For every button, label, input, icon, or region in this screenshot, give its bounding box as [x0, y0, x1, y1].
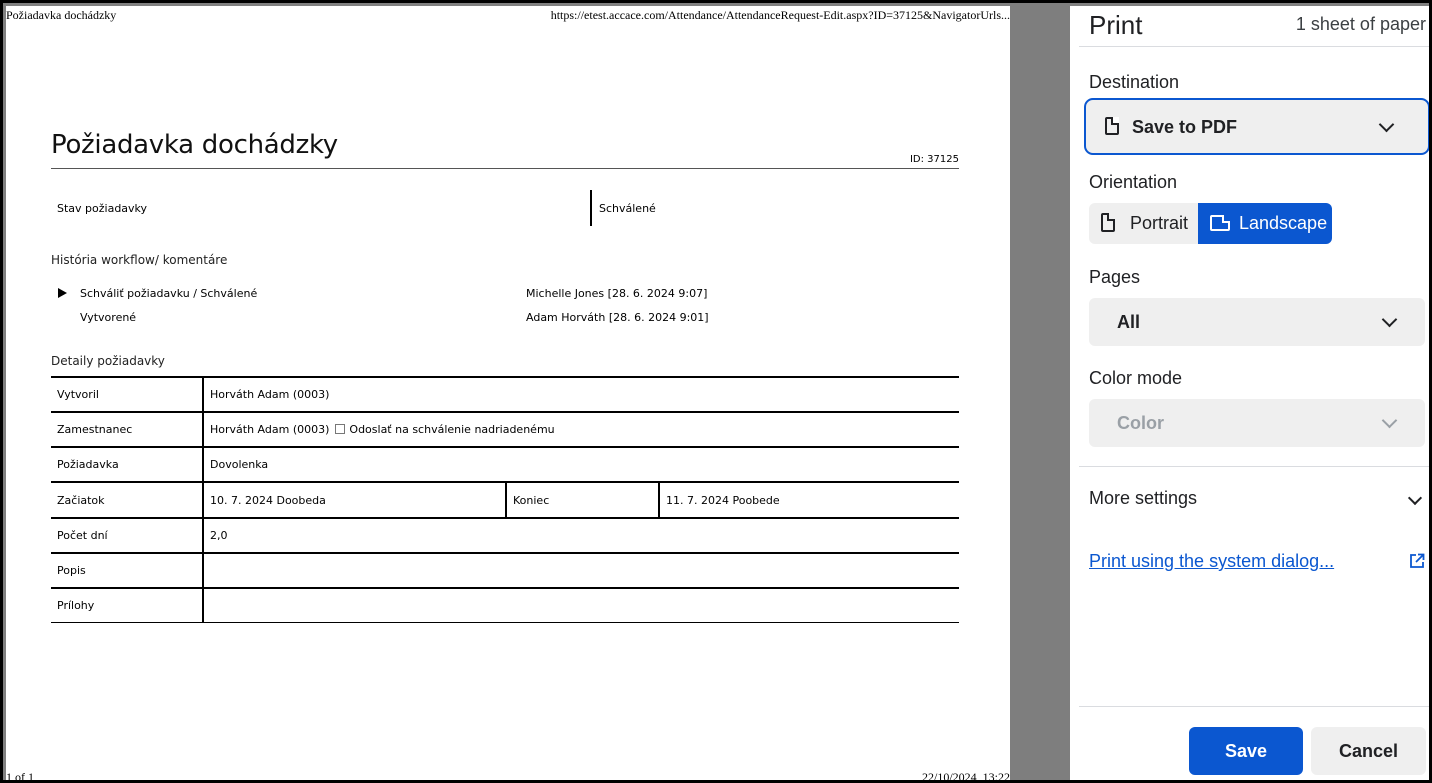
details-label: Koniec	[506, 481, 660, 518]
details-value: 11. 7. 2024 Poobede	[659, 481, 959, 518]
send-for-approval-label: Odoslať na schválenie nadriadenému	[349, 423, 555, 436]
details-value: Horváth Adam (0003)	[203, 376, 959, 412]
table-row: Požiadavka Dovolenka	[51, 446, 959, 482]
status-divider	[590, 190, 592, 226]
document-icon	[1105, 117, 1119, 135]
table-row: Prílohy	[51, 587, 959, 623]
table-row: Popis	[51, 552, 959, 588]
details-table: Vytvoril Horváth Adam (0003) Zamestnanec…	[51, 376, 959, 623]
cancel-button[interactable]: Cancel	[1311, 727, 1426, 775]
details-value: 10. 7. 2024 Doobeda	[203, 481, 507, 518]
print-settings-panel: Print 1 sheet of paper Destination Save …	[1070, 6, 1429, 780]
panel-divider	[1079, 46, 1429, 47]
details-value: 2,0	[203, 517, 959, 553]
color-mode-label: Color mode	[1089, 368, 1183, 388]
more-settings-toggle[interactable]: More settings	[1089, 488, 1197, 509]
window-frame: Požiadavka dochádzky https://etest.accac…	[0, 0, 1432, 783]
sheet-count: 1 sheet of paper	[1295, 14, 1426, 34]
table-row: Začiatok 10. 7. 2024 Doobeda Koniec 11. …	[51, 481, 959, 518]
page-header-title: Požiadavka dochádzky	[6, 8, 117, 22]
pages-select[interactable]: All	[1089, 298, 1425, 346]
portrait-icon	[1101, 213, 1115, 232]
table-row: Vytvoril Horváth Adam (0003)	[51, 376, 959, 412]
chevron-down-icon[interactable]	[1407, 490, 1423, 506]
destination-label: Destination	[1089, 72, 1180, 92]
landscape-button[interactable]: Landscape	[1198, 203, 1332, 244]
color-mode-value: Color	[1117, 413, 1164, 433]
external-link-icon[interactable]	[1409, 553, 1425, 569]
details-label: Zamestnanec	[51, 411, 204, 447]
details-label: Požiadavka	[51, 446, 204, 482]
chevron-down-icon	[1381, 311, 1398, 328]
workflow-action: Schváliť požiadavku / Schválené	[80, 287, 258, 300]
employee-value: Horváth Adam (0003)	[210, 423, 330, 436]
details-label: Počet dní	[51, 517, 204, 553]
save-button[interactable]: Save	[1189, 727, 1303, 775]
workflow-actor: Adam Horváth [28. 6. 2024 9:01]	[526, 311, 709, 324]
orientation-label: Orientation	[1089, 172, 1178, 192]
landscape-label: Landscape	[1239, 213, 1328, 233]
details-label: Vytvoril	[51, 376, 204, 412]
color-mode-select[interactable]: Color	[1089, 399, 1425, 447]
print-preview-page: Požiadavka dochádzky https://etest.accac…	[6, 6, 1010, 783]
workflow-action: Vytvorené	[80, 311, 137, 324]
details-value	[203, 587, 959, 623]
panel-title: Print	[1089, 10, 1143, 40]
system-dialog-link[interactable]: Print using the system dialog...	[1089, 551, 1334, 572]
page-header-url: https://etest.accace.com/Attendance/Atte…	[550, 8, 1010, 22]
chevron-down-icon	[1378, 116, 1395, 133]
details-value: Dovolenka	[203, 446, 959, 482]
pages-label: Pages	[1089, 267, 1141, 287]
destination-select[interactable]: Save to PDF	[1084, 98, 1429, 155]
details-label: Popis	[51, 552, 204, 588]
status-row: Stav požiadavky Schválené	[51, 190, 959, 226]
preview-gutter	[1010, 3, 1070, 780]
document-id: ID: 37125	[909, 154, 959, 165]
workflow-heading: História workflow/ komentáre	[51, 253, 228, 267]
document-title: Požiadavka dochádzky	[51, 130, 338, 160]
workflow-item: Vytvorené Adam Horváth [28. 6. 2024 9:01…	[51, 311, 959, 327]
pages-value: All	[1117, 312, 1141, 332]
details-value	[203, 552, 959, 588]
details-value: Horváth Adam (0003) Odoslať na schválenie…	[203, 411, 959, 447]
details-label: Začiatok	[51, 481, 204, 518]
details-heading: Detaily požiadavky	[51, 354, 165, 368]
chevron-down-icon	[1381, 412, 1398, 429]
status-label: Stav požiadavky	[57, 202, 148, 215]
panel-divider	[1079, 706, 1429, 707]
expand-triangle-icon	[58, 288, 67, 298]
page-footer-datetime: 22/10/2024, 13:22	[921, 770, 1010, 783]
page-footer-count: 1 of 1	[6, 770, 34, 783]
workflow-item: Schváliť požiadavku / Schválené Michelle…	[51, 287, 959, 303]
title-divider	[51, 168, 959, 169]
portrait-button[interactable]: Portrait	[1089, 203, 1198, 244]
landscape-icon	[1210, 215, 1230, 231]
details-label: Prílohy	[51, 587, 204, 623]
workflow-actor: Michelle Jones [28. 6. 2024 9:07]	[526, 287, 708, 300]
destination-value: Save to PDF	[1132, 117, 1238, 137]
panel-divider	[1079, 466, 1429, 467]
portrait-label: Portrait	[1130, 213, 1189, 233]
send-for-approval-checkbox	[335, 424, 346, 434]
table-row: Počet dní 2,0	[51, 517, 959, 553]
orientation-toggle: Portrait Landscape	[1089, 203, 1332, 244]
table-row: Zamestnanec Horváth Adam (0003) Odoslať n…	[51, 411, 959, 447]
status-value: Schválené	[599, 202, 656, 215]
